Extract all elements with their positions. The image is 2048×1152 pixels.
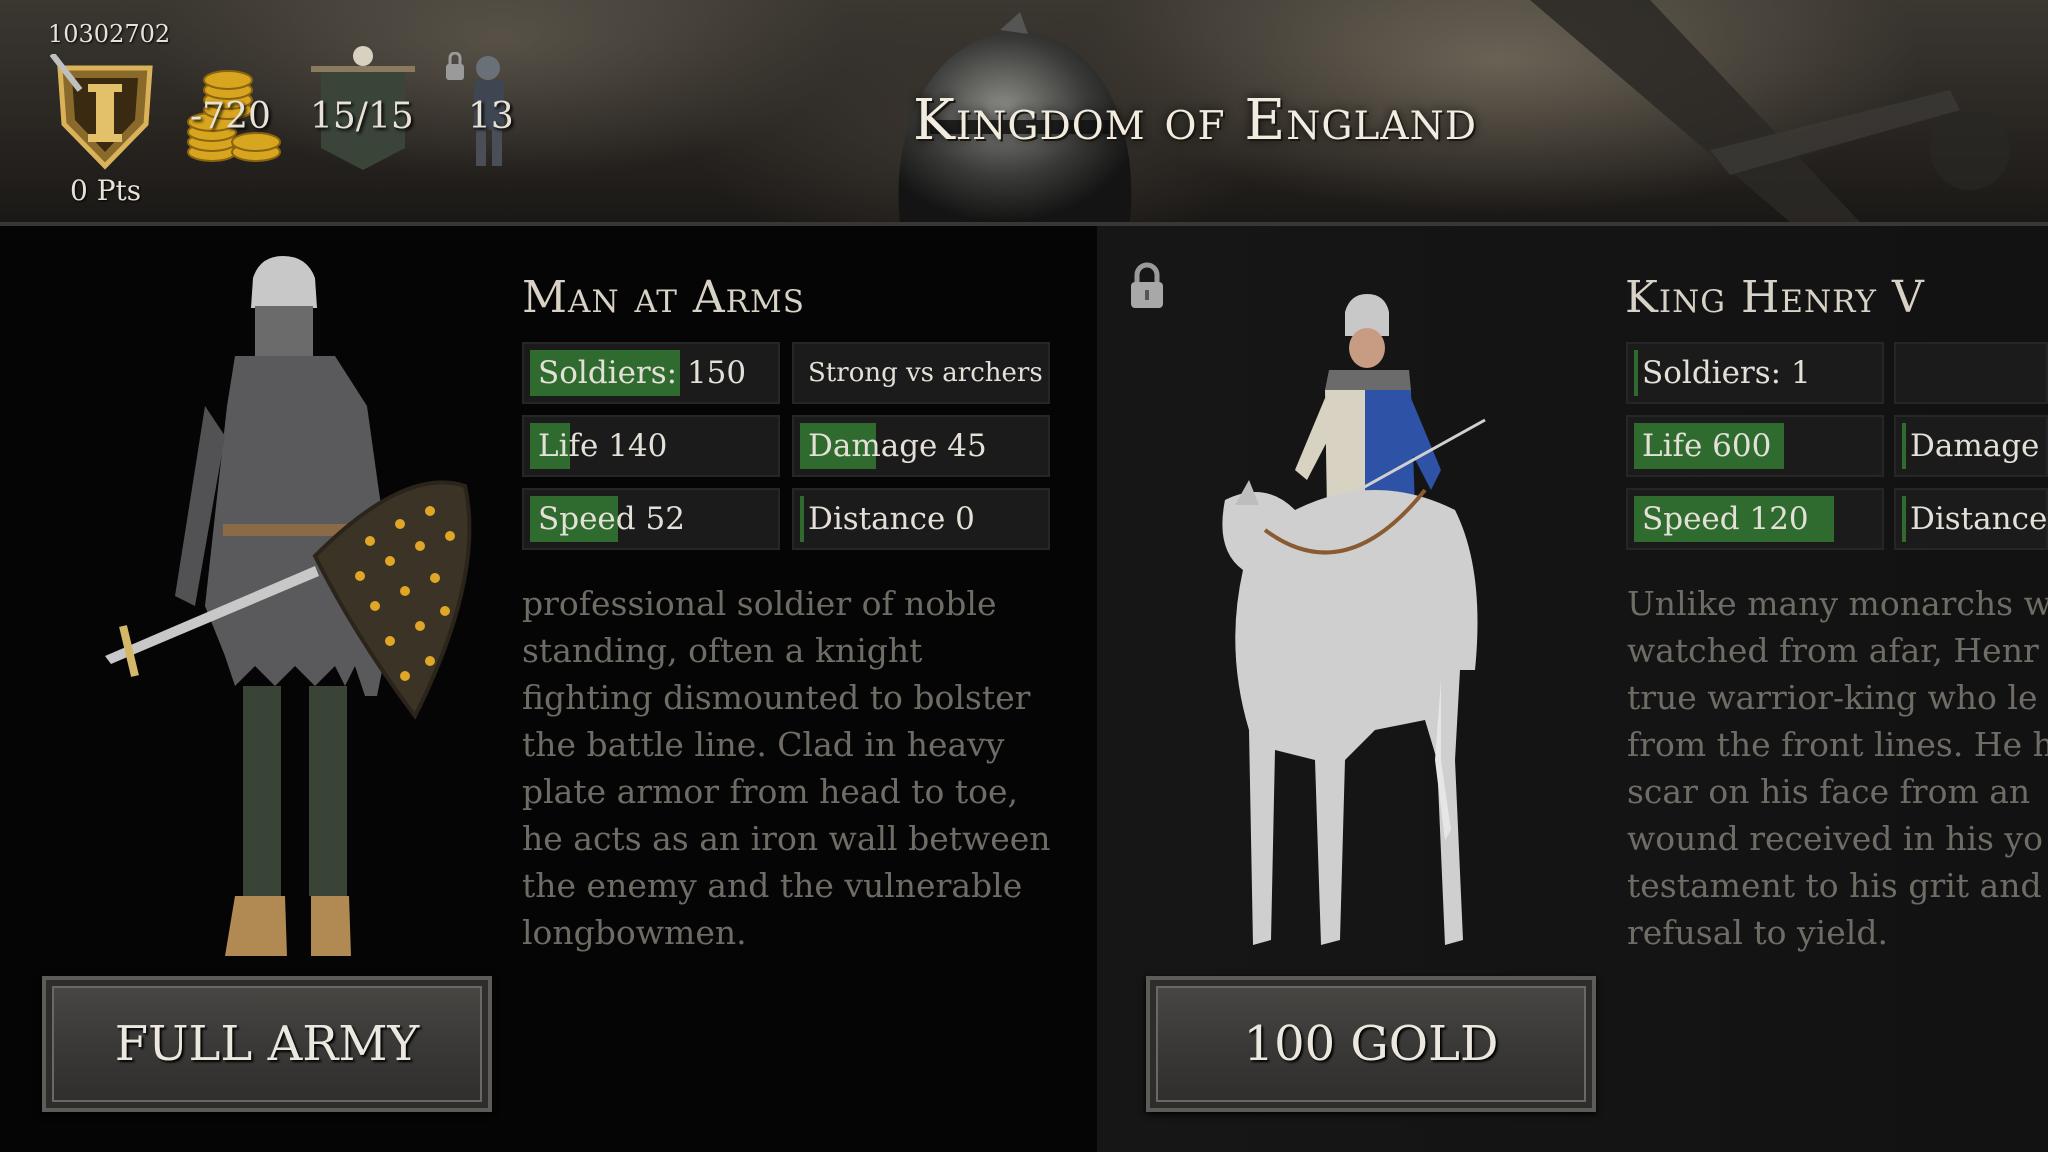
stat-life: Life 140 [522, 415, 780, 477]
stat-label: Distance [1910, 501, 2048, 537]
stat-label: Damage 45 [808, 428, 987, 464]
unit-count: 13 [468, 96, 514, 137]
kingdom-title: Kingdom of England [913, 88, 1477, 153]
player-id: 10302702 [48, 20, 171, 48]
top-banner: 10302702 0 Pts -720 15/15 13 Kingdom of … [0, 0, 2048, 226]
buy-100-gold-button[interactable]: 100 GOLD [1146, 976, 1596, 1112]
stat-label: Distance 0 [808, 501, 975, 537]
stat-strength [1894, 342, 2048, 404]
full-army-button[interactable]: FULL ARMY [42, 976, 492, 1112]
sword-decoration-icon [1530, 0, 2010, 222]
stat-life: Life 600 [1626, 415, 1884, 477]
stat-speed: Speed 120 [1626, 488, 1884, 550]
stat-bar-fill [1902, 423, 1906, 469]
stat-bar-fill [800, 496, 804, 542]
stat-soldiers: Soldiers: 150 [522, 342, 780, 404]
stat-label: Speed 52 [538, 501, 685, 537]
stat-label: Speed 120 [1642, 501, 1809, 537]
man-at-arms-figure-icon [105, 256, 472, 956]
padlock-icon [1131, 262, 1163, 308]
unit-description: professional soldier of noble standing, … [522, 584, 1051, 952]
stat-label: Life 140 [538, 428, 668, 464]
rank-shield-icon[interactable] [50, 54, 160, 170]
stat-label: Strong vs archers [808, 358, 1043, 388]
stat-label: Life 600 [1642, 428, 1772, 464]
unit-description: Unlike many monarchs w watched from afar… [1627, 584, 2048, 952]
stat-distance: Distance [1894, 488, 2048, 550]
stat-speed: Speed 52 [522, 488, 780, 550]
banner-count: 15/15 [310, 96, 414, 137]
stat-soldiers: Soldiers: 1 [1626, 342, 1884, 404]
unit-name: King Henry V [1625, 272, 1925, 323]
stat-label: Soldiers: 1 [1642, 355, 1811, 391]
stat-label: Damage [1910, 428, 2040, 464]
stat-strength: Strong vs archers [792, 342, 1050, 404]
stat-damage: Damage 45 [792, 415, 1050, 477]
stat-bar-fill [1634, 350, 1638, 396]
stat-bar-fill [1902, 496, 1906, 542]
stat-damage: Damage [1894, 415, 2048, 477]
unit-name: Man at Arms [522, 272, 806, 323]
king-henry-figure-icon [1222, 294, 1486, 945]
stat-label: Soldiers: 150 [538, 355, 747, 391]
gold-amount: -720 [190, 96, 271, 137]
points-label: 0 Pts [70, 174, 142, 207]
stat-distance: Distance 0 [792, 488, 1050, 550]
